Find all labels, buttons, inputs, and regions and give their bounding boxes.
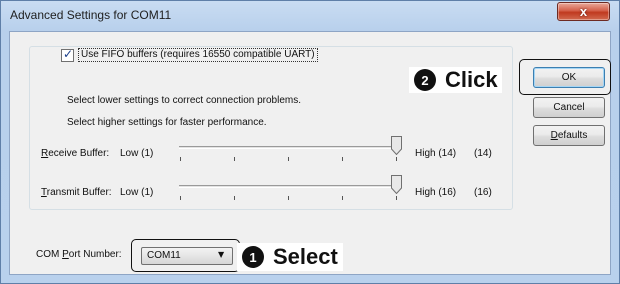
transmit-current-value: (16) [474,187,492,198]
select-callout: 1 Select [237,243,343,271]
slider-tick [396,157,397,161]
cancel-button[interactable]: Cancel [533,97,605,118]
receive-slider-track[interactable] [179,146,397,149]
fifo-label: Use FIFO buffers (requires 16550 compati… [78,48,318,62]
ok-button[interactable]: OK [533,67,605,88]
slider-tick [234,196,235,200]
dialog-body: ✓ Use FIFO buffers (requires 16550 compa… [9,31,611,275]
receive-low-label: Low (1) [120,148,154,159]
dialog-window: Advanced Settings for COM11 x ✓ Use FIFO… [0,0,620,284]
chevron-down-icon: ▼ [218,250,225,259]
receive-buffer-label: Receive Buffer: [41,148,110,159]
info-text-lower: Select lower settings to correct connect… [67,95,301,106]
receive-high-label: High (14) [415,148,457,159]
slider-tick [234,157,235,161]
slider-tick [342,157,343,161]
fifo-checkbox[interactable]: ✓ [61,46,74,62]
slider-tick [342,196,343,200]
slider-tick [180,196,181,200]
slider-tick [288,196,289,200]
receive-slider-thumb[interactable] [391,136,402,155]
slider-tick [180,157,181,161]
click-callout-text: Click [445,67,498,92]
receive-current-value: (14) [474,148,492,159]
close-icon: x [579,4,588,19]
checkmark-icon: ✓ [63,46,74,61]
com-port-label: COM Port Number: [36,249,122,260]
transmit-slider-track[interactable] [179,185,397,188]
com-port-selected: COM11 [147,250,181,261]
step-2-badge: 2 [414,69,436,91]
select-callout-text: Select [273,244,338,269]
transmit-slider-thumb[interactable] [391,175,402,194]
fifo-checkbox-row[interactable]: ✓ Use FIFO buffers (requires 16550 compa… [61,47,320,63]
com-port-dropdown[interactable]: COM11 ▼ [141,247,233,265]
info-text-higher: Select higher settings for faster perfor… [67,117,267,128]
transmit-low-label: Low (1) [120,187,154,198]
click-callout: 2 Click [409,67,502,93]
transmit-high-label: High (16) [415,187,457,198]
defaults-button[interactable]: Defaults [533,125,605,146]
slider-tick [396,196,397,200]
window-title: Advanced Settings for COM11 [10,8,172,22]
close-button[interactable]: x [557,2,610,21]
title-bar[interactable]: Advanced Settings for COM11 x [1,1,619,29]
step-1-badge: 1 [242,246,264,268]
transmit-buffer-label: Transmit Buffer: [41,187,112,198]
slider-tick [288,157,289,161]
